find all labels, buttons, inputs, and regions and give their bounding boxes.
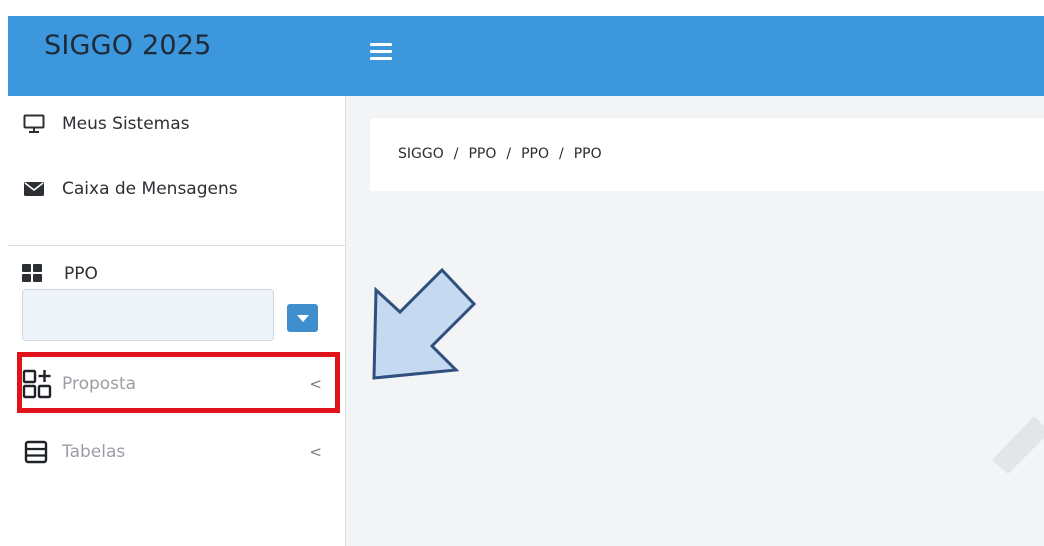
module-select[interactable] xyxy=(22,289,274,341)
menu-item-tabelas[interactable]: Tabelas < xyxy=(22,430,332,474)
menu-item-proposta[interactable]: Proposta < xyxy=(22,362,332,406)
breadcrumb-separator: / xyxy=(453,146,459,162)
sidebar-link-meus-sistemas[interactable]: Meus Sistemas xyxy=(22,114,190,134)
envelope-icon xyxy=(22,179,46,199)
breadcrumb-item[interactable]: PPO xyxy=(468,146,496,162)
chevron-left-icon: < xyxy=(309,375,322,393)
dropdown-arrow-button[interactable] xyxy=(287,304,318,332)
brand: SIGGO 2025 xyxy=(8,16,346,96)
sidebar-divider xyxy=(8,245,345,246)
breadcrumb-separator: / xyxy=(506,146,512,162)
sidebar: Meus Sistemas Caixa de Mensagens PPO Pro… xyxy=(8,96,346,546)
breadcrumb-item[interactable]: SIGGO xyxy=(398,146,444,162)
module-label: PPO xyxy=(22,264,98,284)
menu-item-label: Tabelas xyxy=(62,442,126,462)
sidebar-link-label: Caixa de Mensagens xyxy=(62,179,238,199)
table-icon xyxy=(22,436,54,468)
add-module-icon xyxy=(22,368,54,400)
hamburger-menu-icon[interactable] xyxy=(370,43,392,63)
chevron-left-icon: < xyxy=(309,443,322,461)
sidebar-link-label: Meus Sistemas xyxy=(62,114,190,134)
app-window: SIGGO 2025 Meus Sistemas Caixa de Mensag… xyxy=(8,16,1044,546)
breadcrumb-separator: / xyxy=(558,146,564,162)
annotation-arrow-icon xyxy=(372,267,477,380)
grid-icon xyxy=(22,264,46,284)
top-navbar: SIGGO 2025 xyxy=(8,16,1044,96)
breadcrumb-item[interactable]: PPO xyxy=(521,146,549,162)
watermark-shape xyxy=(992,416,1044,474)
sidebar-link-caixa-de-mensagens[interactable]: Caixa de Mensagens xyxy=(22,179,238,199)
menu-item-label: Proposta xyxy=(62,374,137,394)
monitor-icon xyxy=(22,114,46,134)
breadcrumb-trail: SIGGO / PPO / PPO / PPO xyxy=(398,146,602,162)
app-title[interactable]: SIGGO 2025 xyxy=(44,30,212,61)
module-name: PPO xyxy=(64,264,98,284)
breadcrumb: SIGGO / PPO / PPO / PPO xyxy=(370,118,1044,191)
breadcrumb-item: PPO xyxy=(573,146,602,162)
